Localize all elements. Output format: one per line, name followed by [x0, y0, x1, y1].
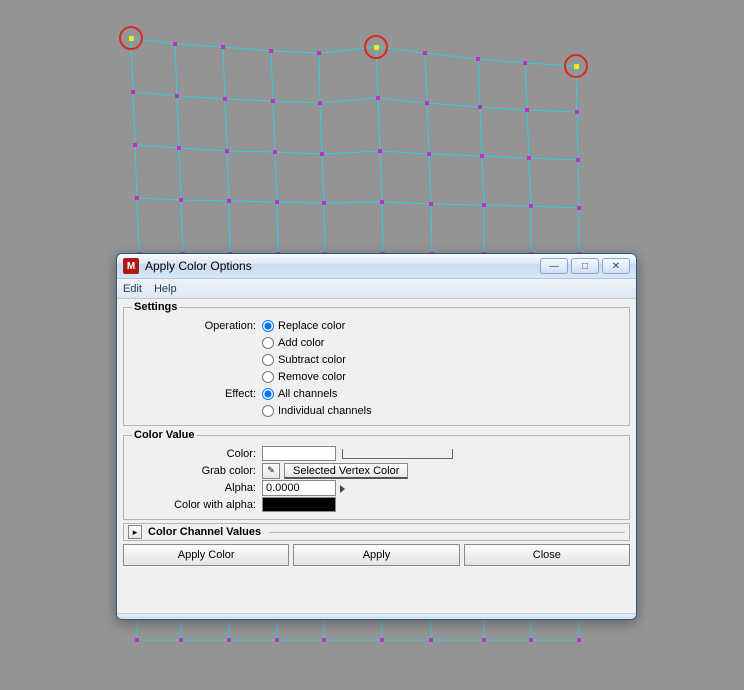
operation-subtract-radio[interactable]: [262, 354, 274, 366]
effect-all-label: All channels: [278, 388, 337, 400]
color-value-group: Color Value Color: Grab color: ✎ Selecte…: [123, 429, 630, 520]
menu-help[interactable]: Help: [154, 283, 177, 295]
apply-color-button[interactable]: Apply Color: [123, 544, 289, 566]
close-button[interactable]: Close: [464, 544, 630, 566]
settings-legend: Settings: [132, 301, 179, 313]
effect-individual-label: Individual channels: [278, 405, 372, 417]
operation-replace-label: Replace color: [278, 320, 345, 332]
color-label: Color:: [132, 448, 262, 460]
color-slider[interactable]: [342, 449, 452, 459]
settings-group: Settings Operation: Replace color Add co…: [123, 301, 630, 426]
window-title: Apply Color Options: [145, 259, 540, 273]
close-window-button[interactable]: ✕: [602, 258, 630, 274]
alpha-input[interactable]: 0.0000: [262, 480, 336, 496]
expand-channels-button[interactable]: ▸: [128, 525, 142, 539]
maximize-button[interactable]: □: [571, 258, 599, 274]
operation-subtract-label: Subtract color: [278, 354, 346, 366]
operation-add-radio[interactable]: [262, 337, 274, 349]
operation-add-label: Add color: [278, 337, 324, 349]
effect-individual-radio[interactable]: [262, 405, 274, 417]
operation-remove-radio[interactable]: [262, 371, 274, 383]
alpha-slider[interactable]: [340, 483, 348, 493]
dialog-footer: [117, 613, 636, 619]
color-channel-values-label: Color Channel Values: [148, 526, 261, 538]
operation-remove-label: Remove color: [278, 371, 346, 383]
operation-label: Operation:: [132, 320, 262, 332]
apply-button[interactable]: Apply: [293, 544, 459, 566]
eyedropper-button[interactable]: ✎: [262, 463, 280, 479]
color-with-alpha-label: Color with alpha:: [132, 499, 262, 511]
color-swatch[interactable]: [262, 446, 336, 461]
alpha-label: Alpha:: [132, 482, 262, 494]
selected-vertex-color-button[interactable]: Selected Vertex Color: [284, 463, 408, 479]
chevron-right-icon: ▸: [133, 527, 138, 538]
menu-edit[interactable]: Edit: [123, 283, 142, 295]
effect-all-radio[interactable]: [262, 388, 274, 400]
minimize-button[interactable]: —: [540, 258, 568, 274]
apply-color-options-dialog: M Apply Color Options — □ ✕ Edit Help Se…: [116, 253, 637, 620]
grab-color-label: Grab color:: [132, 465, 262, 477]
app-icon: M: [123, 258, 139, 274]
menubar: Edit Help: [117, 279, 636, 299]
color-with-alpha-swatch[interactable]: [262, 497, 336, 512]
color-channel-values-section: ▸ Color Channel Values: [123, 523, 630, 541]
eyedropper-icon: ✎: [267, 465, 275, 476]
titlebar[interactable]: M Apply Color Options — □ ✕: [117, 254, 636, 279]
effect-label: Effect:: [132, 388, 262, 400]
color-value-legend: Color Value: [132, 429, 197, 441]
operation-replace-radio[interactable]: [262, 320, 274, 332]
